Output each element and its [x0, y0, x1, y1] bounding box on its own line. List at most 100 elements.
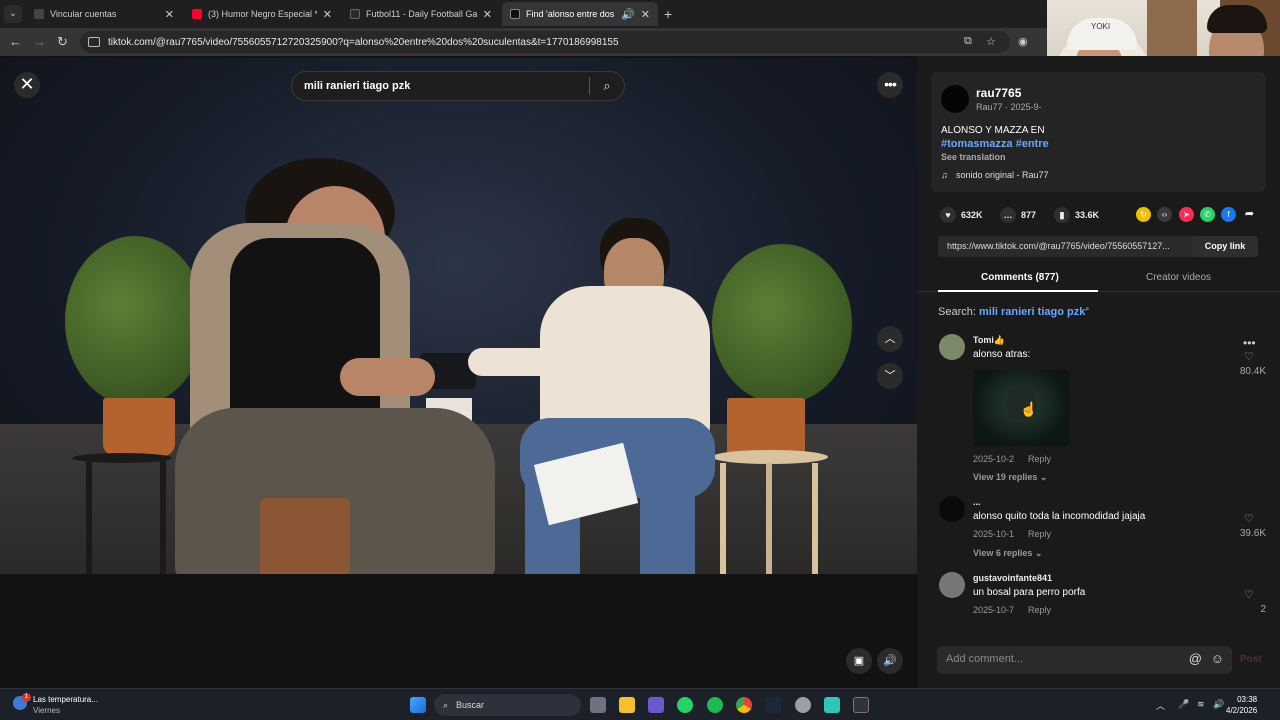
volume-button[interactable]: 🔊 [877, 648, 903, 674]
author-nickname-date: Rau77 · 2025-9- [976, 102, 1042, 112]
post-hashtags[interactable]: #tomasmazza #entre [941, 138, 1049, 150]
tab-close-icon[interactable]: ✕ [323, 8, 332, 21]
post-comment-button[interactable]: Post [1240, 654, 1262, 665]
browser-tab-3[interactable]: Futbol11 - Daily Football Game ✕ [342, 2, 500, 26]
volume-icon[interactable]: 🔊 [1213, 699, 1224, 710]
reply-button[interactable]: Reply [1028, 454, 1051, 464]
close-video-button[interactable]: ✕ [14, 72, 40, 98]
repost-icon[interactable]: ↻ [1136, 207, 1151, 222]
weather-widget[interactable]: Las temperatura... Viernes [33, 694, 98, 716]
floating-player-button[interactable]: ▣ [846, 648, 872, 674]
address-bar[interactable]: tiktok.com/@rau7765/video/75560557127203… [80, 31, 1010, 53]
tab-title: Find 'alonso entre dos sucu [526, 9, 615, 19]
comment-stat[interactable]: … 877 [1000, 207, 1036, 223]
reply-button[interactable]: Reply [1028, 529, 1051, 539]
mention-icon[interactable]: @ [1189, 651, 1202, 666]
whatsapp-icon[interactable]: ✆ [1200, 207, 1215, 222]
view-replies-button[interactable]: View 19 replies ⌄ [973, 472, 1047, 483]
reply-button[interactable]: Reply [1028, 605, 1051, 615]
tab-favicon-icon [34, 9, 44, 19]
extension-icon[interactable]: ◉ [1018, 35, 1028, 48]
tab-creator-videos[interactable]: Creator videos [1146, 272, 1211, 283]
tab-close-icon[interactable]: ✕ [165, 8, 174, 21]
app-icon[interactable] [824, 697, 840, 713]
new-tab-button[interactable]: + [664, 6, 672, 22]
steam-icon[interactable] [765, 697, 781, 713]
comment-input[interactable]: Add comment... @ ☺ [937, 646, 1232, 674]
comment-date: 2025-10-2 [973, 454, 1015, 464]
chevron-down-icon: ﹀ [884, 370, 896, 382]
weather-title: Las temperatura... [33, 695, 98, 704]
comment-author[interactable]: ... [973, 497, 981, 507]
clock-date: 4/2/2026 [1226, 706, 1258, 715]
chrome-icon[interactable] [736, 697, 752, 713]
previous-video-button[interactable]: ︿ [877, 326, 903, 352]
search-query-link[interactable]: mili ranieri tiago pzk [979, 306, 1085, 318]
bookmark-star-icon[interactable]: ☆ [986, 35, 996, 48]
comment-like-icon[interactable]: ♡ [1244, 512, 1254, 525]
sound-name[interactable]: sonido original - Rau77 [956, 170, 1049, 180]
music-icon: ♫ [941, 170, 948, 180]
search-icon[interactable]: ⌕ [590, 78, 624, 94]
start-icon[interactable] [410, 697, 426, 713]
wifi-icon[interactable]: ≋ [1197, 699, 1205, 710]
browser-tab-2[interactable]: (3) Humor Negro Especial *Lo M ✕ [184, 2, 340, 26]
emoji-icon[interactable]: ☺ [1211, 651, 1224, 666]
facebook-icon[interactable]: f [1221, 207, 1236, 222]
comment-avatar[interactable] [939, 334, 965, 360]
see-translation-link[interactable]: See translation [941, 152, 1006, 162]
file-explorer-icon[interactable] [619, 697, 635, 713]
view-replies-button[interactable]: View 6 replies ⌄ [973, 548, 1042, 559]
comment-author[interactable]: gustavoinfante841 [973, 573, 1052, 583]
video-frame[interactable] [0, 58, 917, 574]
comment-like-icon[interactable]: ♡ [1244, 588, 1254, 601]
comment-like-icon[interactable]: ♡ [1244, 350, 1254, 363]
clock-time: 03:38 [1237, 695, 1258, 704]
browser-tab-4[interactable]: Find 'alonso entre dos sucu 🔊 ✕ [502, 2, 658, 26]
notification-badge: 1 [22, 693, 31, 702]
author-username[interactable]: rau7765 [976, 86, 1021, 100]
whatsapp-app-icon[interactable] [677, 697, 693, 713]
comment-text: un bosal para perro porfa [973, 587, 1086, 598]
search-input[interactable]: mili ranieri tiago pzk ⌕ [291, 71, 625, 101]
speaker-icon[interactable]: 🔊 [621, 8, 635, 21]
install-app-icon[interactable]: ⧉ [964, 35, 972, 48]
reload-icon[interactable]: ↻ [57, 34, 68, 50]
teams-icon[interactable] [648, 697, 664, 713]
epic-games-icon[interactable] [853, 697, 869, 713]
copy-link-button[interactable]: Copy link [1192, 236, 1258, 257]
microphone-icon[interactable]: 🎤 [1178, 699, 1189, 710]
tab-close-icon[interactable]: ✕ [641, 8, 650, 21]
share-link-url[interactable]: https://www.tiktok.com/@rau7765/video/75… [947, 241, 1187, 251]
browser-tab-1[interactable]: Vincular cuentas ✕ [26, 2, 182, 26]
clock[interactable]: 03:38 4/2/2026 [1226, 694, 1257, 716]
tab-search-button[interactable]: ⌄ [4, 5, 22, 23]
next-video-button[interactable]: ﹀ [877, 363, 903, 389]
share-arrow-icon[interactable]: ➦ [1242, 207, 1257, 222]
tray-chevron-icon[interactable]: ︿ [1156, 699, 1165, 712]
forward-icon[interactable]: → [33, 34, 46, 49]
save-stat[interactable]: ▮ 33.6K [1054, 207, 1099, 223]
close-icon: ✕ [19, 74, 35, 94]
search-icon: ⌕ [443, 699, 449, 710]
like-stat[interactable]: ♥ 632K [940, 207, 983, 223]
task-view-icon[interactable] [590, 697, 606, 713]
tab-favicon-icon [350, 9, 360, 19]
back-icon[interactable]: ← [9, 34, 22, 49]
comment-avatar[interactable] [939, 496, 965, 522]
author-avatar[interactable] [941, 85, 969, 113]
site-info-icon[interactable] [88, 37, 100, 47]
embed-icon[interactable]: ‹› [1157, 207, 1172, 222]
comment-avatar[interactable] [939, 572, 965, 598]
spotify-icon[interactable] [707, 697, 723, 713]
more-options-button[interactable]: ••• [877, 72, 903, 98]
tab-comments[interactable]: Comments (877) [981, 272, 1059, 283]
tab-title: (3) Humor Negro Especial *Lo M [208, 9, 317, 19]
comment-author[interactable]: Tomi👍 [973, 335, 1005, 346]
tab-close-icon[interactable]: ✕ [483, 8, 492, 21]
taskbar-search[interactable]: ⌕ Buscar [434, 694, 581, 716]
post-caption: ALONSO Y MAZZA EN [941, 125, 1045, 136]
send-friends-icon[interactable]: ➤ [1179, 207, 1194, 222]
app-icon[interactable] [795, 697, 811, 713]
comment-more-icon[interactable]: ••• [1243, 336, 1256, 350]
